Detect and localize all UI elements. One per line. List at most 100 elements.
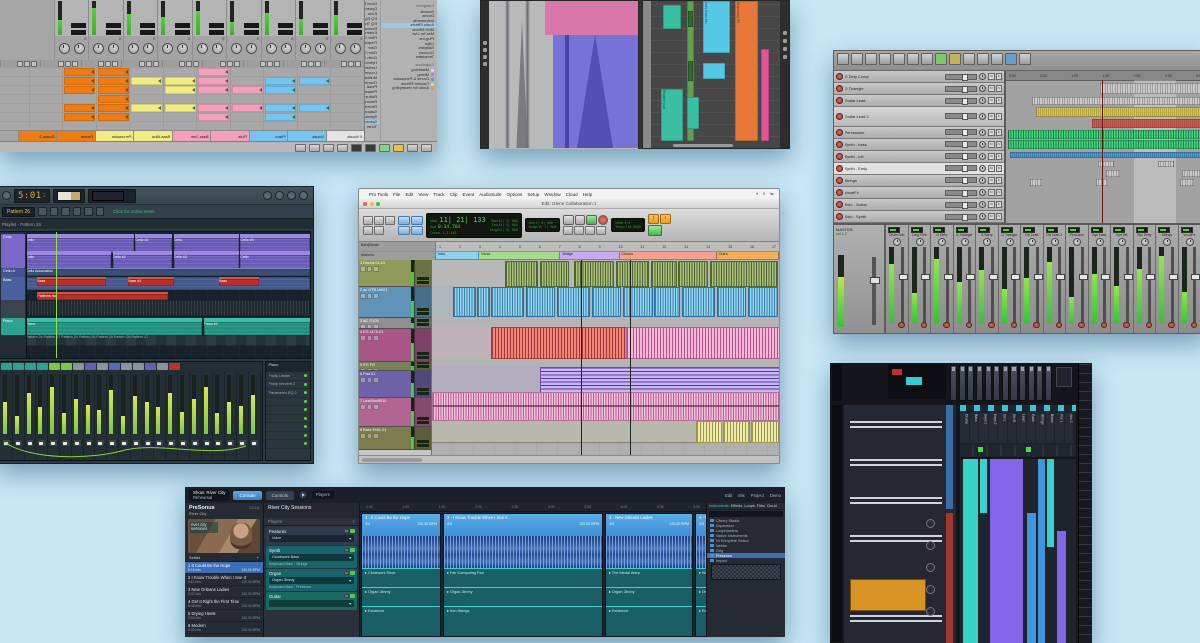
- send-a-knob[interactable]: [108, 43, 119, 54]
- record-arm-icon[interactable]: [1101, 322, 1108, 329]
- track-name-chip[interactable]: Bass Jam: [172, 131, 211, 141]
- track-row[interactable]: Percussion M S: [834, 127, 1004, 139]
- track-row[interactable]: Synth - Emly M S: [834, 163, 1004, 175]
- loop-icon[interactable]: [783, 39, 787, 43]
- monitor-button[interactable]: [350, 548, 355, 552]
- grid-mode-button[interactable]: [411, 226, 423, 235]
- master-strip[interactable]: MASTER out 1-2: [834, 225, 886, 333]
- inspector-knob[interactable]: [926, 607, 935, 616]
- delay-compensation-warning-button[interactable]: !: [660, 214, 671, 224]
- playlist-track-tab[interactable]: [1, 300, 25, 318]
- media-item[interactable]: [1010, 152, 1200, 158]
- horizontal-scrollbar[interactable]: [359, 455, 779, 463]
- overdub-button[interactable]: [337, 144, 348, 152]
- solo-button[interactable]: S: [996, 165, 1003, 172]
- solo-button[interactable]: S: [996, 113, 1003, 120]
- monitor-button[interactable]: [350, 594, 355, 598]
- channel-pan-knob[interactable]: [983, 238, 991, 246]
- project-region[interactable]: [832, 405, 842, 641]
- top-bar-button[interactable]: Mix: [738, 493, 745, 498]
- pattern-clip[interactable]: Patterns ria: [37, 292, 168, 300]
- status-icon[interactable]: ⌕: [763, 191, 766, 197]
- project-region[interactable]: [906, 377, 922, 385]
- fx-enable-dot[interactable]: [304, 374, 307, 377]
- minimize-icon[interactable]: [370, 202, 374, 206]
- edit-cursor[interactable]: [581, 260, 582, 455]
- record-arm-icon[interactable]: [836, 73, 843, 80]
- inspector-knob[interactable]: [926, 519, 935, 528]
- mute-button[interactable]: [373, 266, 379, 272]
- clip[interactable]: [710, 261, 778, 287]
- record-button[interactable]: [351, 144, 362, 152]
- players-button[interactable]: Players: [312, 491, 334, 498]
- snap-toggle-icon[interactable]: [921, 53, 933, 65]
- browser-tree-item[interactable]: Impact: [707, 558, 785, 563]
- solo-button[interactable]: S: [996, 85, 1003, 92]
- send-a-knob[interactable]: [212, 43, 223, 54]
- track-name-chip[interactable]: 4 Vocals: [326, 131, 365, 141]
- vertical-track-name[interactable]: Keys 2: [989, 413, 998, 443]
- record-arm-icon[interactable]: [1033, 322, 1040, 329]
- open-project-icon[interactable]: [851, 53, 863, 65]
- save-project-icon[interactable]: [865, 53, 877, 65]
- session-clip[interactable]: [65, 68, 96, 76]
- playlist-icon[interactable]: [38, 207, 47, 216]
- session-clip[interactable]: [132, 104, 163, 112]
- organ-clip-row[interactable]: ▸ Organ Jimmy: [696, 587, 706, 606]
- solo-button[interactable]: S: [996, 201, 1003, 208]
- online-news-hint[interactable]: Click for online news: [113, 209, 154, 214]
- master-fader[interactable]: [872, 257, 876, 325]
- pattern-clip[interactable]: [26, 300, 310, 316]
- session-clip[interactable]: [233, 86, 264, 94]
- project-region[interactable]: [850, 459, 942, 466]
- mixer-strip[interactable]: [1002, 365, 1009, 401]
- track-activator-button[interactable]: [315, 61, 321, 67]
- clip[interactable]: [651, 261, 677, 287]
- loop-button[interactable]: [323, 144, 334, 152]
- track-name[interactable]: 6 Pad 01: [360, 372, 375, 376]
- loop-button[interactable]: [563, 226, 573, 235]
- session-clip[interactable]: [199, 77, 230, 85]
- mixer-strip[interactable]: [985, 365, 992, 401]
- channel-fader[interactable]: [968, 247, 971, 324]
- track-row[interactable]: Guitar Lead 2 M S: [834, 107, 1004, 127]
- session-clip[interactable]: [266, 113, 297, 121]
- record-arm-icon[interactable]: [836, 129, 843, 136]
- clip[interactable]: [540, 367, 780, 393]
- media-item[interactable]: [1008, 140, 1200, 149]
- patch-selector[interactable]: Organ Jimmy▾: [269, 577, 354, 584]
- draw-mode-button[interactable]: [309, 144, 320, 152]
- media-item[interactable]: [1092, 119, 1200, 128]
- marker-segment[interactable]: Bridge: [560, 252, 619, 259]
- track-name-chip[interactable]: Drums 2: [18, 131, 57, 141]
- clip[interactable]: [723, 421, 749, 443]
- record-arm-icon[interactable]: [836, 213, 843, 220]
- track-name-chip[interactable]: Vocals: [288, 131, 327, 141]
- midi-zoom-button[interactable]: [374, 226, 384, 235]
- vertical-track-name[interactable]: Bass: [970, 413, 979, 443]
- solo-button[interactable]: [367, 335, 373, 341]
- mute-button[interactable]: M: [988, 85, 995, 92]
- vertical-track-name[interactable]: Gtr L: [998, 413, 1007, 443]
- return-to-zero-button[interactable]: [574, 226, 584, 235]
- track-name-chip[interactable]: Percussion: [95, 131, 134, 141]
- guitar-clip-row[interactable]: ▸ Iron Strings: [444, 606, 602, 636]
- bar-numbers[interactable]: 1234567891011121314151617: [436, 242, 779, 251]
- solo-button[interactable]: [367, 266, 373, 272]
- guitar-clip-row[interactable]: ▸ Existence: [362, 606, 440, 636]
- fx-enable-dot[interactable]: [304, 425, 307, 428]
- pan-knob[interactable]: [979, 165, 987, 173]
- send-b-knob[interactable]: [335, 43, 346, 54]
- arranger-clip[interactable]: [687, 97, 699, 129]
- send-a-knob[interactable]: [246, 43, 257, 54]
- track-activator-button[interactable]: [194, 61, 200, 67]
- channel-fader[interactable]: [1081, 247, 1084, 324]
- channel-pan-knob[interactable]: [1163, 238, 1171, 246]
- mute-button[interactable]: [373, 335, 379, 341]
- io-inserts-cell[interactable]: [414, 371, 431, 397]
- synth-clip-row[interactable]: ▸ West Optional Strings: [696, 568, 706, 587]
- track-volume-fader[interactable]: [945, 190, 977, 196]
- pattern-clip[interactable]: Cello Automation: [26, 268, 310, 276]
- mute-button[interactable]: [373, 368, 379, 370]
- track-name[interactable]: 5 EG FG: [360, 363, 375, 367]
